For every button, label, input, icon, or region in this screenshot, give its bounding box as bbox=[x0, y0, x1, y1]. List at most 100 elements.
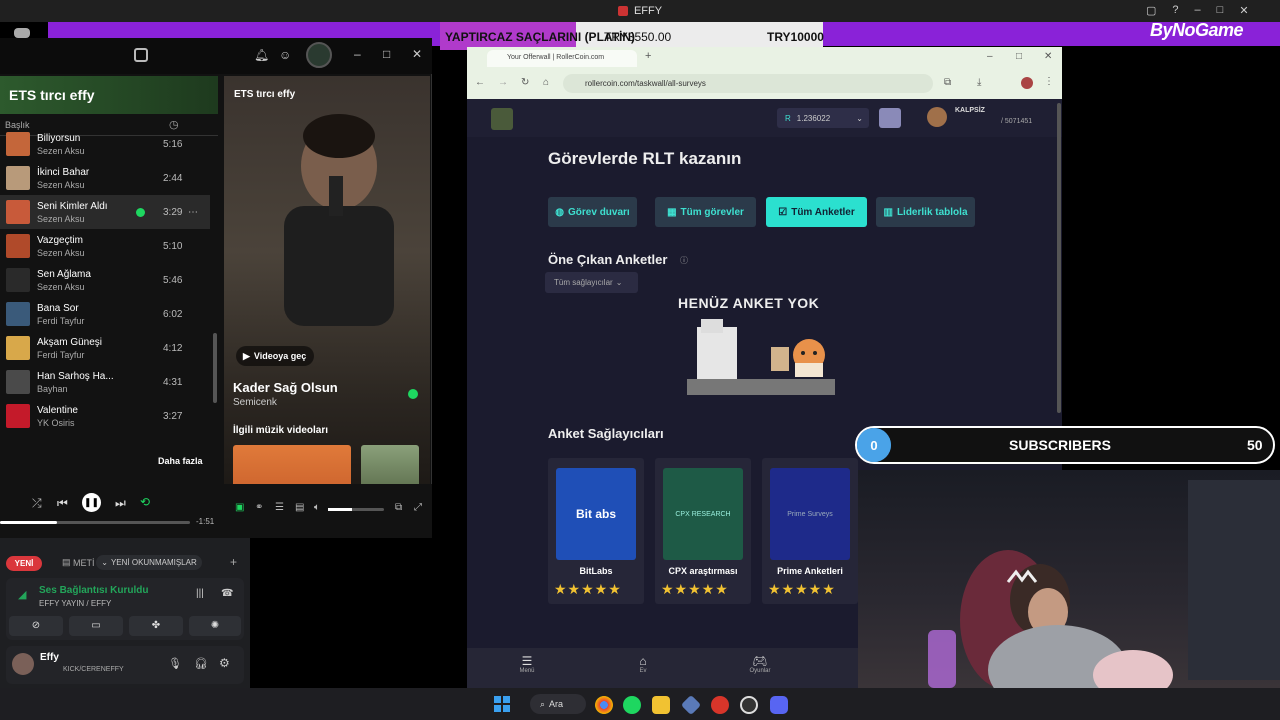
more-options-icon[interactable]: ⋯ bbox=[188, 207, 198, 218]
file-explorer-icon[interactable] bbox=[652, 696, 670, 714]
provider-filter[interactable]: Tüm sağlayıcılar ⌄ bbox=[545, 272, 638, 293]
new-badge[interactable]: YENİ bbox=[6, 556, 42, 571]
download-icon[interactable]: ⤓ bbox=[977, 77, 981, 88]
now-playing-view-icon[interactable]: ▣ bbox=[235, 502, 244, 513]
song-row[interactable]: Seni Kimler Aldı Sezen Aksu 3:29 ⋯ bbox=[0, 195, 210, 229]
spotify-icon[interactable] bbox=[623, 696, 641, 714]
page-scrollbar[interactable] bbox=[1057, 103, 1061, 413]
repeat-icon[interactable]: ⟲ bbox=[140, 495, 150, 509]
wallet-button[interactable] bbox=[879, 108, 901, 128]
bell-icon[interactable]: 🔔︎ bbox=[254, 48, 269, 62]
library-icon[interactable] bbox=[134, 48, 148, 62]
song-row[interactable]: Vazgeçtim Sezen Aksu 5:10 bbox=[0, 229, 210, 263]
minimize-button[interactable]: – bbox=[354, 47, 361, 61]
discord-icon[interactable] bbox=[770, 696, 788, 714]
liked-check-icon[interactable] bbox=[136, 207, 145, 217]
microphone-icon[interactable]: 🎙︎ bbox=[168, 657, 182, 670]
friends-icon[interactable]: ☺ bbox=[279, 48, 291, 62]
nav-menu[interactable]: ☰ Menü bbox=[509, 654, 545, 674]
song-row[interactable]: Han Sarhoş Ha... Bayhan 4:31 bbox=[0, 365, 210, 399]
obs-icon[interactable] bbox=[740, 696, 758, 714]
screen-share-button[interactable]: ▭ bbox=[69, 616, 123, 636]
nav-home[interactable]: ⌂ Ev bbox=[625, 654, 661, 674]
song-row[interactable]: Akşam Güneşi Ferdi Tayfur 4:12 bbox=[0, 331, 210, 365]
chrome-icon[interactable] bbox=[595, 696, 613, 714]
next-icon[interactable]: ⏭ bbox=[115, 496, 126, 511]
shuffle-icon[interactable]: ⤮ bbox=[32, 496, 42, 511]
playback-progress-bar[interactable] bbox=[0, 521, 190, 524]
taskbar-search[interactable]: ⌕ Ara bbox=[530, 694, 586, 714]
song-row[interactable]: Biliyorsun Sezen Aksu 5:16 bbox=[0, 127, 210, 161]
fullscreen-icon[interactable]: ⤢ bbox=[414, 502, 422, 513]
home-icon[interactable]: ⌂ bbox=[543, 77, 549, 88]
close-button[interactable]: ✕ bbox=[1239, 4, 1248, 17]
unread-pill[interactable]: ⌄ YENİ OKUNMAMIŞLAR bbox=[96, 555, 202, 570]
tab-all-tasks[interactable]: ▦ Tüm görevler bbox=[655, 197, 756, 227]
headphones-icon[interactable]: 🎧︎ bbox=[194, 657, 208, 670]
forward-icon[interactable]: → bbox=[498, 77, 508, 88]
tab-all-surveys[interactable]: ☑ Tüm Anketler bbox=[766, 197, 867, 227]
help-icon[interactable]: ? bbox=[1172, 4, 1178, 17]
provider-card-bitlabs[interactable]: Bit abs BitLabs ★★★★★ bbox=[548, 458, 644, 604]
reload-icon[interactable]: ↻ bbox=[521, 77, 529, 88]
app-icon[interactable] bbox=[711, 696, 729, 714]
browser-tab[interactable]: Your Offerwall | RollerCoin.com bbox=[487, 50, 637, 67]
close-button[interactable]: ✕ bbox=[412, 47, 422, 61]
link-icon[interactable]: ⚭ bbox=[255, 502, 263, 513]
maximize-button[interactable]: □ bbox=[1016, 51, 1022, 62]
soundboard-button[interactable]: ✺ bbox=[189, 616, 241, 636]
now-playing-artist[interactable]: Semicenk bbox=[233, 397, 277, 408]
song-row[interactable]: Sen Ağlama Sezen Aksu 5:46 bbox=[0, 263, 210, 297]
profile-avatar[interactable] bbox=[306, 42, 332, 68]
cast-icon[interactable]: ▢ bbox=[1146, 4, 1156, 17]
previous-icon[interactable]: ⏮ bbox=[57, 496, 68, 511]
new-tab-icon[interactable]: + bbox=[645, 50, 651, 62]
start-button[interactable] bbox=[494, 696, 510, 712]
more-button[interactable]: Daha fazla bbox=[158, 456, 203, 466]
connect-device-icon[interactable]: ▤ bbox=[295, 502, 304, 513]
info-icon[interactable]: ⓘ bbox=[680, 255, 688, 266]
activities-button[interactable]: ✤ bbox=[129, 616, 183, 636]
minimize-button[interactable]: – bbox=[1195, 4, 1201, 17]
switch-to-video-button[interactable]: ▶︎ Videoya geç bbox=[236, 346, 314, 366]
queue-icon[interactable]: ☰ bbox=[275, 502, 284, 513]
volume-slider[interactable] bbox=[328, 508, 384, 511]
provider-card-cpx[interactable]: CPX RESEARCH CPX araştırması ★★★★★ bbox=[655, 458, 751, 604]
pause-button[interactable]: ❚❚ bbox=[82, 493, 101, 512]
voice-channel[interactable]: EFFY YAYIN / EFFY bbox=[39, 599, 111, 608]
user-avatar[interactable] bbox=[927, 107, 947, 127]
song-title: Biliyorsun bbox=[37, 132, 81, 144]
noise-icon[interactable]: ||| bbox=[196, 588, 204, 599]
channel-label[interactable]: METİ bbox=[73, 558, 95, 568]
rollercoin-logo[interactable] bbox=[491, 108, 513, 130]
username[interactable]: Effy bbox=[40, 652, 59, 663]
back-icon[interactable]: ← bbox=[475, 77, 485, 88]
profile-icon[interactable] bbox=[1021, 77, 1033, 89]
now-playing-title[interactable]: Kader Sağ Olsun bbox=[233, 380, 338, 395]
disconnect-icon[interactable]: ☎ bbox=[221, 588, 233, 599]
provider-card-prime[interactable]: Prime Surveys Prime Anketleri ★★★★★ bbox=[762, 458, 858, 604]
camera-button[interactable]: ⊘ bbox=[9, 616, 63, 636]
extensions-icon[interactable]: ⧉ bbox=[944, 77, 951, 88]
scrollbar[interactable] bbox=[213, 333, 217, 403]
balance-select[interactable]: R 1.236022 ⌄ bbox=[777, 108, 869, 128]
subscribers-goal-value: 50 bbox=[1247, 437, 1263, 453]
maximize-button[interactable]: □ bbox=[383, 47, 390, 61]
miniplayer-icon[interactable]: ⧉ bbox=[395, 502, 402, 513]
close-button[interactable]: ✕ bbox=[1044, 51, 1052, 62]
maximize-button[interactable]: □ bbox=[1217, 4, 1224, 17]
song-row[interactable]: Bana Sor Ferdi Tayfur 6:02 bbox=[0, 297, 210, 331]
liked-check-icon[interactable] bbox=[408, 389, 418, 399]
address-bar[interactable]: rollercoin.com/taskwall/all-surveys bbox=[563, 74, 933, 93]
tab-leaderboard[interactable]: ▥ Liderlik tablola bbox=[876, 197, 975, 227]
nav-games[interactable]: 🎮︎ Oyunlar bbox=[742, 654, 778, 674]
volume-icon[interactable]: 🔈︎ bbox=[314, 502, 320, 513]
menu-icon[interactable]: ⋮ bbox=[1044, 76, 1054, 87]
song-row[interactable]: Valentine YK Osiris 3:27 bbox=[0, 399, 210, 433]
tab-task-wall[interactable]: ◍ Görev duvarı bbox=[548, 197, 637, 227]
add-icon[interactable]: + bbox=[230, 555, 237, 569]
minimize-button[interactable]: – bbox=[987, 51, 993, 62]
avatar[interactable] bbox=[12, 653, 34, 675]
song-row[interactable]: İkinci Bahar Sezen Aksu 2:44 bbox=[0, 161, 210, 195]
settings-gear-icon[interactable]: ⚙ bbox=[219, 656, 230, 670]
